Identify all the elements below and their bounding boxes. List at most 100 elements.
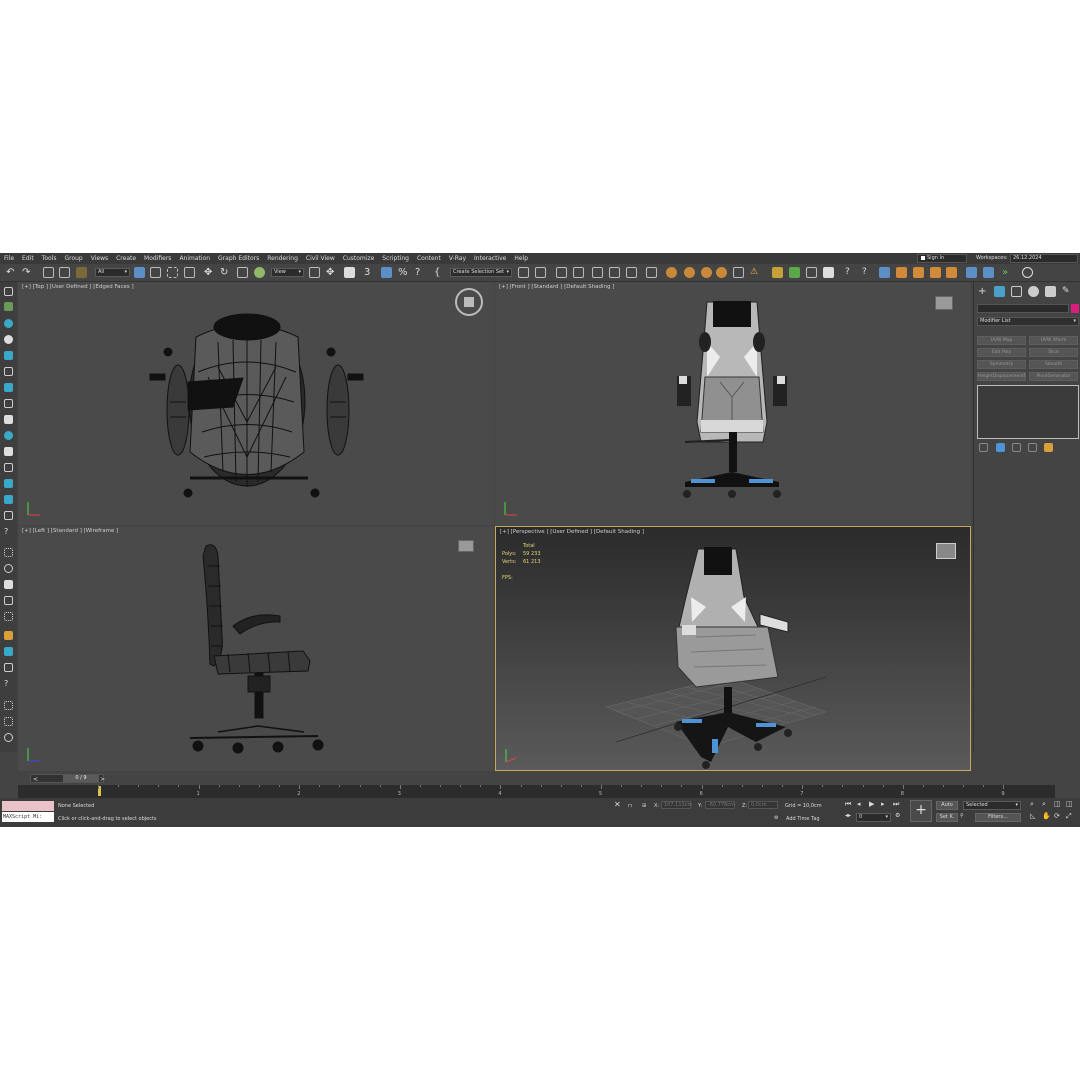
track-bar[interactable]: 1 2 3 4 5 6 7 8 9 (18, 785, 1055, 798)
expand-toolbar-icon[interactable]: » (1002, 267, 1013, 278)
menu-create[interactable]: Create (112, 253, 140, 264)
percent-snap-icon[interactable]: % (398, 267, 409, 278)
menu-edit[interactable]: Edit (18, 253, 38, 264)
utilities-tab-icon[interactable]: ✎ (1062, 286, 1073, 297)
vray-settings-icon[interactable] (823, 267, 834, 278)
helper-strip-icon[interactable] (4, 463, 13, 472)
snap-strip-icon[interactable] (4, 701, 13, 710)
xview-icon[interactable] (983, 267, 994, 278)
teapot-strip-icon[interactable] (4, 415, 13, 424)
rotate-icon[interactable]: ↻ (220, 267, 231, 278)
viewport-config-icon[interactable] (1022, 267, 1033, 278)
menu-group[interactable]: Group (60, 253, 86, 264)
x-coord-field[interactable]: 107,111cm (661, 801, 692, 809)
lock-selection-icon[interactable]: ⊓ (628, 803, 632, 809)
modify-tab-icon[interactable] (994, 286, 1005, 297)
named-selection-set-dropdown[interactable]: Create Selection Set (450, 268, 512, 277)
viewcube-left[interactable] (458, 540, 474, 552)
bind-space-warp-icon[interactable] (76, 267, 87, 278)
object-color-swatch[interactable] (1071, 304, 1079, 313)
spinner-snap-icon[interactable]: ? (415, 267, 426, 278)
bulb-strip-icon[interactable] (4, 447, 13, 456)
cylinder-strip-icon[interactable] (4, 383, 13, 392)
angle-snap-icon[interactable] (381, 267, 392, 278)
viewport-perspective[interactable]: [+] [Perspective ] [User Defined ] [Defa… (495, 526, 971, 771)
hierarchy-tab-icon[interactable] (1011, 286, 1022, 297)
edit-named-selection-icon[interactable]: { (434, 267, 445, 278)
add-time-tag[interactable]: Add Time Tag (786, 816, 820, 822)
rendered-frame-window-icon[interactable] (684, 267, 695, 278)
menu-civil-view[interactable]: Civil View (302, 253, 339, 264)
menu-animation[interactable]: Animation (175, 253, 214, 264)
absolute-mode-icon[interactable]: ⊞ (642, 803, 646, 809)
vray-light-icon[interactable] (789, 267, 800, 278)
menu-scripting[interactable]: Scripting (378, 253, 413, 264)
grid-strip-icon[interactable] (4, 479, 13, 488)
field-of-view-icon[interactable]: ◺ (1030, 812, 1035, 820)
previous-frame-icon[interactable]: ◂ (857, 800, 861, 808)
menu-interactive[interactable]: Interactive (470, 253, 510, 264)
vertex-strip-icon[interactable] (4, 548, 13, 557)
remove-modifier-icon[interactable] (1028, 443, 1037, 452)
link-icon[interactable] (43, 267, 54, 278)
zoom-extents-icon[interactable]: ◫ (1054, 800, 1061, 808)
menu-file[interactable]: File (0, 253, 18, 264)
keyboard-shortcut-icon[interactable] (344, 267, 355, 278)
scene-explorer-icon[interactable] (556, 267, 567, 278)
viewcube-top[interactable] (455, 288, 483, 316)
vray-frame-buffer-icon[interactable] (733, 267, 744, 278)
select-manipulate-icon[interactable]: ✥ (326, 267, 337, 278)
filters-button[interactable]: Filters... (975, 813, 1021, 822)
menu-views[interactable]: Views (87, 253, 112, 264)
viewcube-perspective[interactable] (936, 543, 956, 559)
unlink-icon[interactable] (59, 267, 70, 278)
edit-strip-icon[interactable] (4, 399, 13, 408)
window-crossing-icon[interactable] (184, 267, 195, 278)
undo-icon[interactable]: ↶ (6, 267, 17, 278)
sign-in-dropdown[interactable]: Sign In (917, 254, 967, 263)
motion-tab-icon[interactable] (1028, 286, 1039, 297)
light-tool-icon-3[interactable] (930, 267, 941, 278)
ribbon-icon[interactable] (592, 267, 603, 278)
viewport-top[interactable]: [+] [Top ] [User Defined ] [Edged Faces … (18, 282, 494, 525)
render-setup-icon[interactable] (666, 267, 677, 278)
scale-icon[interactable] (237, 267, 248, 278)
menu-modifiers[interactable]: Modifiers (140, 253, 175, 264)
hierarchy-strip-icon[interactable] (4, 511, 13, 520)
element-strip-icon[interactable] (4, 612, 13, 621)
render-production-icon[interactable] (701, 267, 712, 278)
modifier-list-dropdown[interactable]: Modifier List (977, 317, 1079, 326)
modifier-uvw-map-button[interactable]: UVW Map (977, 336, 1026, 345)
modifier-stack[interactable] (977, 385, 1079, 439)
menu-tools[interactable]: Tools (38, 253, 61, 264)
maxscript-mini-listener[interactable]: MAXScript Mi: (2, 812, 54, 822)
make-unique-icon[interactable] (1012, 443, 1021, 452)
select-by-name-icon[interactable] (150, 267, 161, 278)
maxscript-listener-pink[interactable] (2, 801, 54, 811)
edge-strip-icon[interactable] (4, 564, 13, 573)
selection-region-icon[interactable] (167, 267, 178, 278)
select-tool-icon[interactable] (879, 267, 890, 278)
go-to-start-icon[interactable]: ⏮ (845, 800, 851, 809)
curve-editor-icon[interactable] (609, 267, 620, 278)
y-coord-field[interactable]: -60,776cm (705, 801, 735, 809)
display-tab-icon[interactable] (1045, 286, 1056, 297)
zoom-all-icon[interactable]: ⌕ (1042, 800, 1046, 809)
modifier-uvw-xform-button[interactable]: UVW Xform (1029, 336, 1078, 345)
modifier-heightdisplacement-button[interactable]: HeightDisplacementM (977, 372, 1026, 381)
key-mode-icon[interactable]: ◂▸ (845, 812, 851, 819)
sphere-strip-icon[interactable] (4, 319, 13, 328)
snaps-toggle-icon[interactable]: 3 (364, 267, 375, 278)
vray-strip-icon[interactable] (4, 631, 13, 640)
modifier-smooth-button[interactable]: Smooth (1029, 360, 1078, 369)
reference-coordinate-dropdown[interactable]: View (271, 268, 304, 277)
light-tool-icon-1[interactable] (896, 267, 907, 278)
pin-stack-icon[interactable] (979, 443, 988, 452)
plane-strip-icon[interactable] (4, 302, 13, 311)
set-key-button[interactable]: Set K. (936, 813, 958, 822)
key-filters-icon[interactable]: ⚲ (960, 813, 964, 819)
help-icon-1[interactable]: ? (845, 267, 856, 278)
menu-graph-editors[interactable]: Graph Editors (214, 253, 263, 264)
viewport-front[interactable]: [+] [Front ] [Standard ] [Default Shadin… (495, 282, 971, 525)
menu-rendering[interactable]: Rendering (263, 253, 302, 264)
